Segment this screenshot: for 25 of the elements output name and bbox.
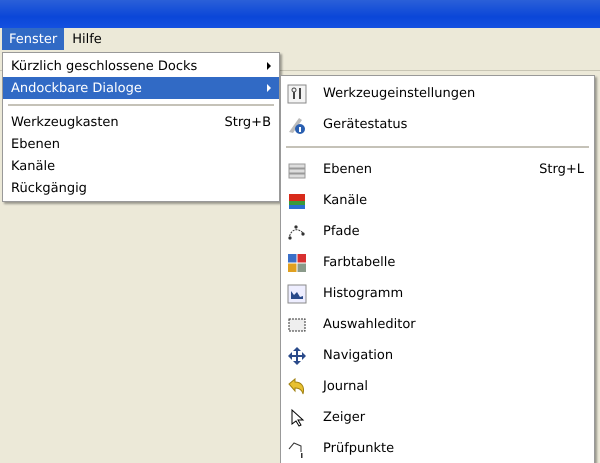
menu-title[interactable]: Hilfe [65, 28, 109, 50]
menu-item[interactable]: Werkzeugkasten Strg+B [3, 111, 279, 133]
histogram-icon [287, 284, 307, 304]
menu-item[interactable]: Farbtabelle [281, 247, 594, 278]
menu-item[interactable]: Histogramm [281, 278, 594, 309]
move-arrows-icon [287, 346, 307, 366]
menu-item[interactable]: Journal [281, 371, 594, 402]
menu-item[interactable]: Kanäle [3, 155, 279, 177]
menu-item[interactable]: Pfade [281, 216, 594, 247]
menu-item[interactable]: Ebenen [3, 133, 279, 155]
menu-item[interactable]: Navigation [281, 340, 594, 371]
undo-arrow-icon [287, 376, 307, 396]
menu-item[interactable]: Kürzlich geschlossene Docks [3, 55, 279, 77]
menu-item[interactable]: Zeiger [281, 402, 594, 433]
menu-title[interactable]: Fenster [2, 28, 64, 50]
menu-item[interactable]: Rückgängig [3, 177, 279, 199]
menu-item[interactable]: Prüfpunkte [281, 433, 594, 463]
menu-item[interactable]: Werkzeugeinstellungen [281, 78, 594, 109]
color-palette-icon [287, 252, 307, 272]
menu-item[interactable]: Auswahleditor [281, 309, 594, 340]
menu-item[interactable]: Andockbare Dialoge [3, 77, 279, 99]
menu-item[interactable]: Gerätestatus [281, 109, 594, 140]
menu-item[interactable]: Ebenen Strg+L [281, 154, 594, 185]
menu-item[interactable]: Kanäle [281, 185, 594, 216]
tool-options-icon [287, 84, 307, 104]
